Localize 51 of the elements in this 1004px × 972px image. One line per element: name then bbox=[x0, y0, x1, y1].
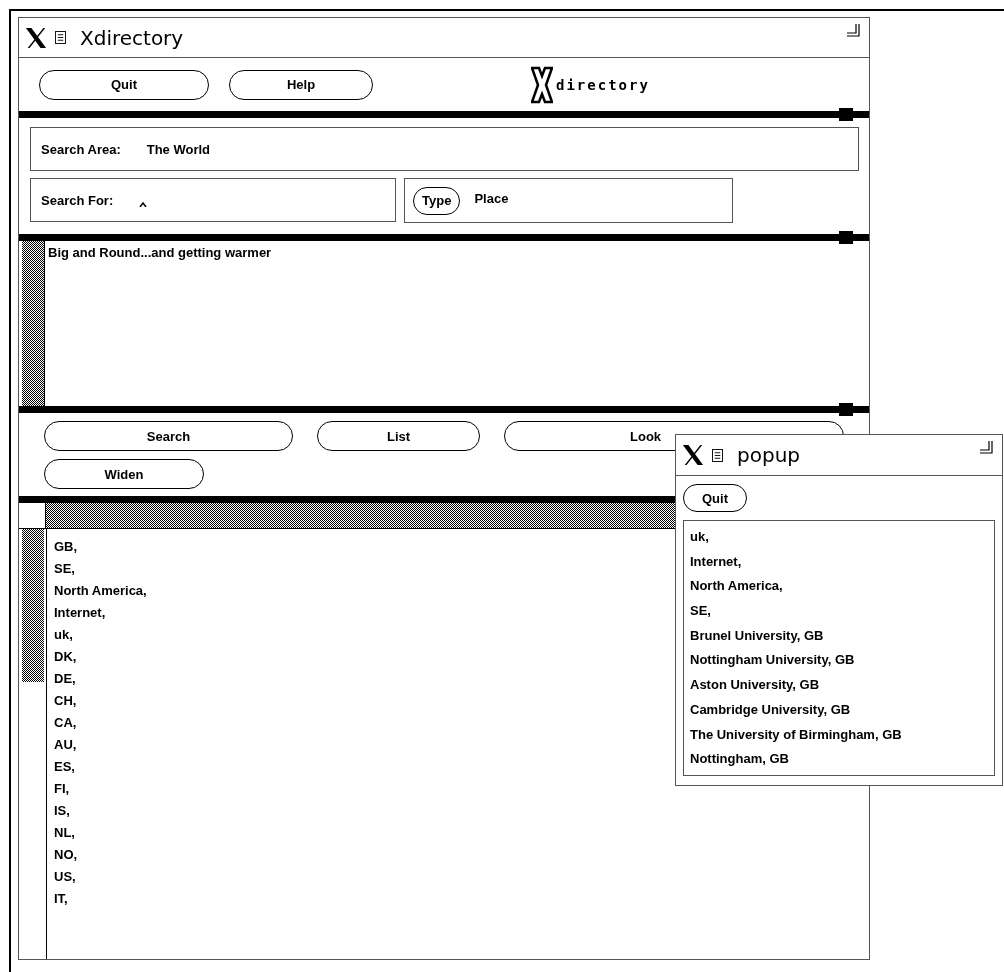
action-button[interactable]: List bbox=[317, 421, 480, 451]
resize-corner-icon[interactable] bbox=[980, 441, 994, 455]
text-cursor-icon bbox=[139, 201, 148, 207]
type-button[interactable]: Type bbox=[413, 186, 461, 215]
result-item[interactable]: North America, bbox=[690, 574, 994, 600]
x-logo-icon[interactable] bbox=[682, 444, 704, 466]
search-area-label: Search Area: bbox=[41, 141, 121, 157]
result-item[interactable]: CA, bbox=[54, 712, 147, 734]
quit-button[interactable]: Quit bbox=[683, 484, 747, 512]
x-logo-icon[interactable] bbox=[25, 26, 47, 49]
action-button[interactable]: Widen bbox=[44, 459, 204, 489]
type-value: Place bbox=[474, 191, 509, 206]
result-item[interactable]: North America, bbox=[54, 580, 147, 602]
result-item[interactable]: IT, bbox=[54, 888, 147, 910]
result-item[interactable]: ES, bbox=[54, 756, 147, 778]
message-text: Big and Round...and getting warmer bbox=[47, 244, 272, 262]
search-for-field[interactable]: Search For: bbox=[30, 178, 396, 222]
result-item[interactable]: SE, bbox=[690, 599, 994, 624]
result-item[interactable]: uk, bbox=[54, 624, 147, 646]
scrollbar[interactable] bbox=[22, 241, 45, 406]
result-item[interactable]: DE, bbox=[54, 668, 147, 690]
result-item[interactable]: Brunel University, GB bbox=[690, 623, 994, 649]
result-item[interactable]: Cambridge University, GB bbox=[690, 697, 994, 723]
result-item[interactable]: Aston University, GB bbox=[690, 673, 994, 698]
quit-button[interactable]: Quit bbox=[39, 69, 209, 100]
result-item[interactable]: Internet, bbox=[54, 602, 147, 624]
result-item[interactable]: DK, bbox=[54, 646, 147, 668]
result-item[interactable]: GB, bbox=[54, 536, 147, 558]
x-logo-icon bbox=[531, 64, 553, 105]
result-item[interactable]: Nottingham University, GB bbox=[690, 648, 994, 674]
result-item[interactable]: US, bbox=[54, 866, 147, 888]
search-area-value: The World bbox=[146, 141, 211, 157]
result-item[interactable]: SE, bbox=[54, 558, 147, 580]
scrollbar[interactable] bbox=[22, 529, 44, 682]
result-item[interactable]: CH, bbox=[54, 690, 147, 712]
logo-text: directory bbox=[556, 76, 650, 93]
action-button[interactable]: Search bbox=[44, 421, 293, 451]
resize-corner-icon[interactable] bbox=[847, 24, 861, 38]
result-item[interactable]: FI, bbox=[54, 778, 147, 800]
help-button[interactable]: Help bbox=[229, 69, 373, 100]
result-item[interactable]: Internet, bbox=[690, 549, 994, 575]
result-item[interactable]: AU, bbox=[54, 734, 147, 756]
result-item[interactable]: NO, bbox=[54, 844, 147, 866]
result-item[interactable]: uk, bbox=[690, 525, 994, 550]
result-item[interactable]: Nottingham, GB bbox=[690, 747, 994, 772]
result-item[interactable]: IS, bbox=[54, 800, 147, 822]
result-item[interactable]: The University of Birmingham, GB bbox=[690, 722, 994, 748]
window-title: Xdirectory bbox=[80, 25, 185, 50]
result-item[interactable]: NL, bbox=[54, 822, 147, 844]
menu-icon[interactable] bbox=[712, 448, 723, 462]
menu-icon[interactable] bbox=[55, 31, 66, 44]
